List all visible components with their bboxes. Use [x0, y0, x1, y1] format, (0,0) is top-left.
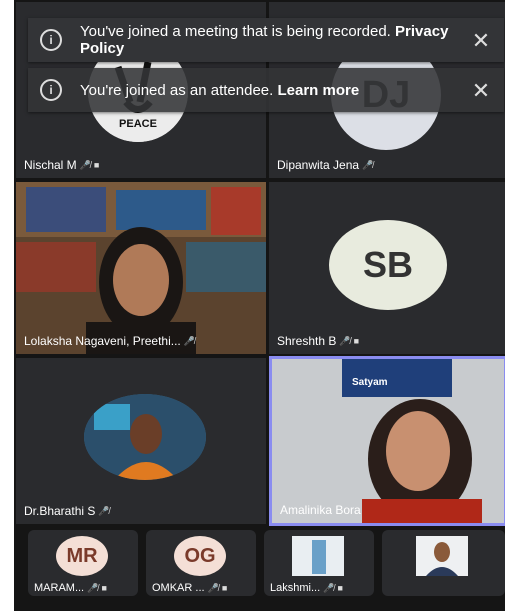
mic-off-icon: 🎤̸ [183, 335, 195, 346]
participant-tile-amalinika[interactable]: Satyam Amalinika Bora [269, 356, 505, 526]
notification-message: You've joined a meeting that is being re… [80, 23, 449, 57]
close-icon[interactable]: ✕ [466, 79, 496, 101]
participant-name: Shreshth B 🎤̸ ■ [277, 334, 360, 348]
camera-off-icon: ■ [221, 583, 228, 593]
avatar [416, 536, 468, 576]
camera-off-icon: ■ [101, 583, 107, 593]
avatar-text: PEACE [119, 118, 157, 130]
mic-off-icon: 🎤̸ [207, 583, 219, 593]
camera-off-icon: ■ [337, 583, 343, 593]
video-feed [272, 359, 504, 523]
avatar: SB [329, 220, 447, 310]
avatar [84, 394, 206, 480]
close-icon[interactable]: ✕ [466, 29, 496, 51]
notification-attendee: i You're joined as an attendee. Learn mo… [28, 68, 504, 112]
camera-off-icon: ■ [93, 160, 100, 170]
participant-name: Amalinika Bora [280, 503, 361, 517]
avatar: OG [174, 536, 226, 576]
info-icon: i [40, 79, 62, 101]
mic-off-icon: 🎤̸ [79, 159, 91, 170]
participant-name: Lolaksha Nagaveni, Preethi... 🎤̸ [24, 334, 195, 348]
participant-name: Lakshmi... 🎤̸ ■ [270, 582, 343, 594]
participant-tile-shreshth[interactable]: SB Shreshth B 🎤̸ ■ [269, 182, 505, 354]
participant-name: Dipanwita Jena 🎤̸ [277, 158, 374, 172]
participant-name: Dr.Bharathi S 🎤̸ [24, 504, 110, 518]
participant-name: MARAM... 🎤̸ ■ [34, 582, 107, 594]
participant-tile-lolaksha[interactable]: Lolaksha Nagaveni, Preethi... 🎤̸ [16, 182, 266, 354]
camera-off-icon: ■ [353, 336, 360, 346]
notification-message: You're joined as an attendee. Learn more [80, 81, 360, 99]
learn-more-link[interactable]: Learn more [277, 82, 359, 99]
profile-photo [416, 536, 468, 576]
mic-off-icon: 🎤̸ [323, 583, 335, 593]
notification-recording: i You've joined a meeting that is being … [28, 18, 504, 62]
participant-thumb-maram[interactable]: MR MARAM... 🎤̸ ■ [28, 530, 138, 596]
video-feed [16, 182, 266, 354]
mic-off-icon: 🎤̸ [98, 505, 110, 516]
avatar: MR [56, 536, 108, 576]
background-sign-text: Satyam [352, 377, 388, 388]
profile-photo [292, 536, 344, 576]
mic-off-icon: 🎤̸ [339, 335, 351, 346]
participant-name: OMKAR ... 🎤̸ ■ [152, 582, 228, 594]
meeting-window: PEACE Nischal M 🎤̸ ■ DJ Dipanwita Jena 🎤… [14, 0, 505, 611]
profile-photo [84, 394, 206, 480]
participant-name: Nischal M 🎤̸ ■ [24, 158, 100, 172]
avatar [292, 536, 344, 576]
mic-off-icon: 🎤̸ [87, 583, 99, 593]
participant-tile-bharathi[interactable]: Dr.Bharathi S 🎤̸ [16, 358, 266, 524]
mic-off-icon: 🎤̸ [362, 159, 374, 170]
info-icon: i [40, 29, 62, 51]
participant-thumb-lakshmi[interactable]: Lakshmi... 🎤̸ ■ [264, 530, 374, 596]
participant-thumb-omkar[interactable]: OG OMKAR ... 🎤̸ ■ [146, 530, 256, 596]
participant-thumb-4[interactable] [382, 530, 505, 596]
